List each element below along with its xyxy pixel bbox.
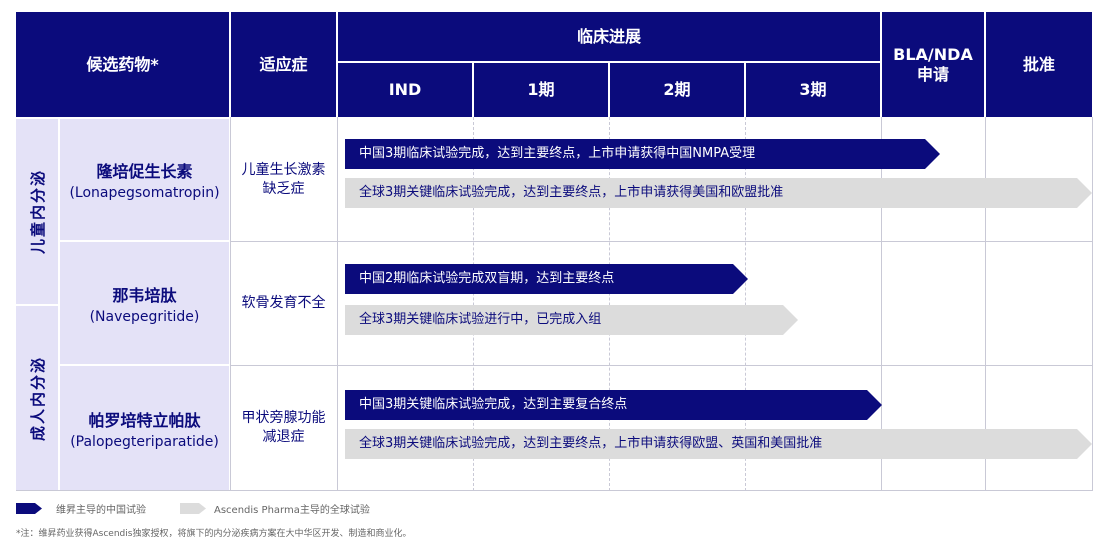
drug-name-cn: 帕罗培特立帕肽 xyxy=(88,410,201,430)
header-candidate: 候选药物* xyxy=(16,12,229,117)
header-phase-ind: IND xyxy=(338,63,472,117)
legend-global-label: Ascendis Pharma主导的全球试验 xyxy=(214,505,370,516)
drug-cell-3: 帕罗培特立帕肽 (Palopegteriparatide) xyxy=(60,366,229,490)
category-adult: 成人内分泌 xyxy=(16,306,58,490)
grid-line xyxy=(230,117,231,491)
grid-line xyxy=(230,365,1093,366)
header-clinical-progress: 临床进展 xyxy=(338,12,880,61)
drug-name-cn: 隆培促生长素 xyxy=(96,162,193,181)
header-indication: 适应症 xyxy=(231,12,336,117)
category-pediatric: 儿童内分泌 xyxy=(16,119,58,304)
drug-cell-2: 那韦培肽 (Navepegritide) xyxy=(60,242,229,364)
footnote: *注：维昇药业获得Ascendis独家授权，将旗下的内分泌疾病方案在大中华区开发… xyxy=(16,529,412,539)
header-bla-nda: BLA/NDA 申请 xyxy=(882,12,984,117)
indication-3: 甲状旁腺功能 减退症 xyxy=(231,366,336,490)
global-trial-bar-2: 全球3期关键临床试验进行中，已完成入组 xyxy=(345,305,798,335)
grid-line xyxy=(1092,117,1093,491)
grid-line xyxy=(230,241,1093,242)
legend-global: Ascendis Pharma主导的全球试验 xyxy=(180,501,370,516)
china-trial-bar-1: 中国3期临床试验完成，达到主要终点，上市申请获得中国NMPA受理 xyxy=(345,139,940,169)
legend-china-label: 维昇主导的中国试验 xyxy=(56,505,146,516)
header-phase-1: 1期 xyxy=(474,63,608,117)
drug-name-cn: 那韦培肽 xyxy=(112,285,177,305)
drug-name-en: (Palopegteriparatide) xyxy=(70,433,219,450)
category-adult-label: 成人内分泌 xyxy=(28,355,47,441)
grid-line xyxy=(337,117,338,491)
indication-2: 软骨发育不全 xyxy=(231,242,336,364)
grid-line xyxy=(16,490,1093,491)
header-approval: 批准 xyxy=(986,12,1092,117)
china-trial-bar-3: 中国3期关键临床试验完成，达到主要复合终点 xyxy=(345,390,882,420)
global-trial-bar-3: 全球3期关键临床试验完成，达到主要终点，上市申请获得欧盟、英国和美国批准 xyxy=(345,429,1092,459)
header-phase-3: 3期 xyxy=(746,63,880,117)
drug-name-en: (Lonapegsomatropin) xyxy=(69,185,220,201)
legend-global-swatch xyxy=(180,503,206,514)
drug-name-en: (Navepegritide) xyxy=(89,308,200,325)
global-trial-bar-1: 全球3期关键临床试验完成，达到主要终点，上市申请获得美国和欧盟批准 xyxy=(345,178,1092,208)
indication-1: 儿童生长激素 缺乏症 xyxy=(231,119,336,240)
category-pediatric-label: 儿童内分泌 xyxy=(28,168,47,255)
legend-china-swatch xyxy=(16,503,42,514)
drug-cell-1: 隆培促生长素 (Lonapegsomatropin) xyxy=(60,119,229,240)
china-trial-bar-2: 中国2期临床试验完成双盲期，达到主要终点 xyxy=(345,264,748,294)
header-phase-2: 2期 xyxy=(610,63,744,117)
legend-china: 维昇主导的中国试验 xyxy=(16,501,146,516)
